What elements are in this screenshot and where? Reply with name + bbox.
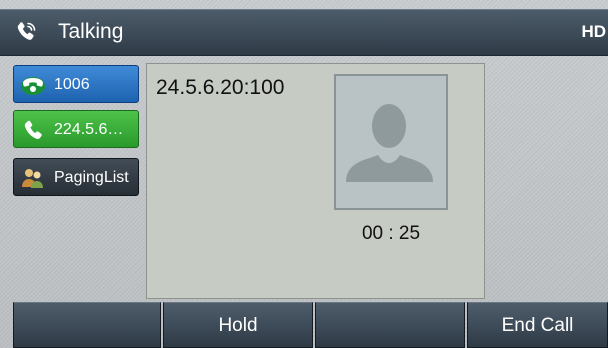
line-key-label: 1006 (54, 76, 90, 93)
softkey-1[interactable] (13, 302, 161, 348)
end-call-button[interactable]: End Call (467, 302, 608, 348)
line-key-label: 224.5.6… (54, 121, 124, 138)
line-key-label: PagingList (54, 169, 129, 186)
phone-talking-icon (24, 120, 42, 140)
phone-screen: Talking HD 1006 224.5.6… PagingList 24.5… (0, 0, 608, 348)
status-bar: Talking HD (0, 9, 608, 56)
phone-icon (17, 22, 36, 40)
call-status-title: Talking (58, 20, 124, 43)
softkey-3[interactable] (315, 302, 465, 348)
call-duration: 00 : 25 (361, 223, 421, 244)
softkey-bar: Hold End Call (0, 302, 608, 348)
remote-party-address: 24.5.6.20:100 (156, 76, 285, 99)
line-key-1006[interactable]: 1006 (13, 65, 139, 103)
paging-group-icon (22, 169, 43, 188)
hd-audio-badge: HD (581, 22, 606, 41)
line-key-paging-list[interactable]: PagingList (13, 158, 139, 196)
contact-avatar (334, 74, 448, 210)
contact-avatar-icon (346, 104, 433, 182)
phone-handset-icon (21, 77, 45, 95)
line-key-active-call[interactable]: 224.5.6… (13, 110, 139, 148)
hold-button[interactable]: Hold (163, 302, 313, 348)
call-info-panel: 24.5.6.20:100 00 : 25 (146, 63, 485, 299)
